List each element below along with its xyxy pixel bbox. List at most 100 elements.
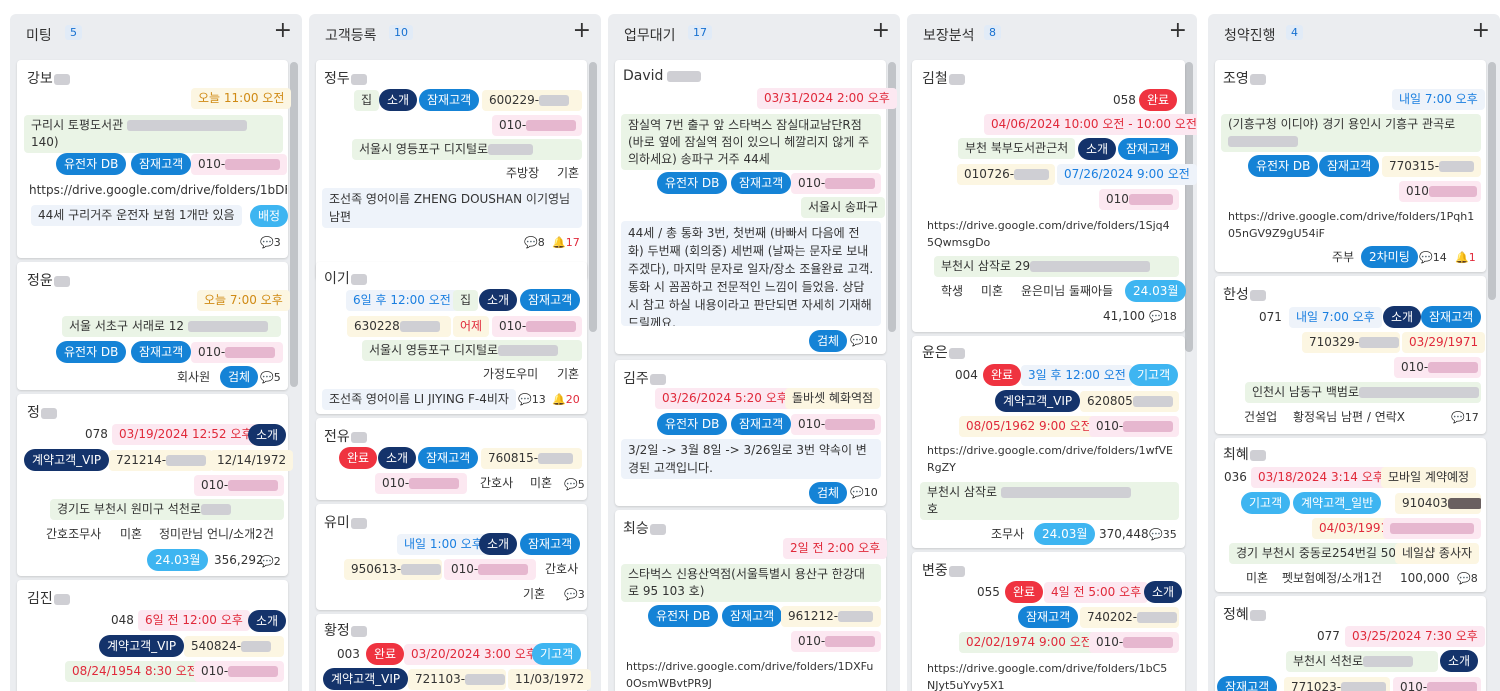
plus-icon[interactable]: + bbox=[1169, 20, 1187, 42]
scrollbar[interactable] bbox=[290, 62, 298, 387]
scrollbar[interactable] bbox=[589, 62, 597, 332]
deal-card[interactable]: 황정 003 완료 03/20/2024 3:00 오후 기고객 계약고객_VI… bbox=[316, 614, 592, 691]
rrn-field: 950613- bbox=[344, 559, 442, 580]
drive-link[interactable]: https://drive.google.com/drive/folders/1… bbox=[22, 180, 287, 201]
birth-date: 08/24/1954 8:30 오전 bbox=[65, 661, 205, 682]
column-work-pending: 업무대기 17 + David 03/31/2024 2:00 오후 잠실역 7… bbox=[608, 14, 900, 691]
job-field: 학생 bbox=[941, 284, 964, 298]
comment-count[interactable]: 💬2 bbox=[260, 555, 281, 568]
comment-count[interactable]: 💬35 bbox=[1149, 528, 1177, 541]
status-badge: 배정 bbox=[250, 205, 289, 227]
comment-count[interactable]: 💬10 bbox=[850, 334, 878, 347]
comment-icon: 💬 bbox=[850, 334, 864, 347]
drive-link[interactable]: https://drive.google.com/drive/folders/1… bbox=[619, 658, 881, 691]
marital-field: 기혼 bbox=[523, 587, 546, 601]
done-badge: 완료 bbox=[366, 643, 405, 665]
plus-icon[interactable]: + bbox=[274, 20, 292, 42]
customer-name: 정혜 bbox=[1223, 604, 1266, 624]
customer-name: 정윤 bbox=[27, 270, 70, 290]
customer-type-badge: 계약고객_일반 bbox=[1293, 492, 1382, 514]
customer-number: 077 bbox=[1317, 629, 1340, 643]
deal-card[interactable]: David 03/31/2024 2:00 오후 잠실역 7번 출구 앞 스타벅… bbox=[615, 60, 897, 354]
customer-name: 강보 bbox=[27, 68, 70, 88]
column-header: 청약진행 4 + bbox=[1208, 14, 1500, 54]
customer-number: 003 bbox=[337, 647, 360, 661]
column-header: 보장분석 8 + bbox=[907, 14, 1197, 54]
deal-card[interactable]: 유미 내일 1:00 오후 소개 잠재고객 950613- 010- 간호사 기… bbox=[316, 504, 587, 610]
comment-count[interactable]: 💬18 bbox=[1149, 310, 1177, 323]
customer-type-badge: 잠재고객 bbox=[731, 413, 792, 435]
deal-card[interactable]: 최승 2일 전 2:00 오후 스타벅스 신용산역점(서울특별시 용산구 한강대… bbox=[615, 510, 888, 691]
plus-icon[interactable]: + bbox=[872, 20, 890, 42]
drive-link[interactable]: https://drive.google.com/drive/folders/1… bbox=[1221, 208, 1483, 244]
customer-type-badge: 잠재고객 bbox=[520, 533, 581, 555]
comment-count[interactable]: 💬5 bbox=[260, 371, 281, 384]
comment-count[interactable]: 💬8 bbox=[1457, 572, 1478, 585]
customer-number: 004 bbox=[955, 368, 978, 382]
deal-card[interactable]: 이기 6일 후 12:00 오전 집 소개 잠재고객 630228 어제 010… bbox=[316, 262, 587, 414]
deal-card[interactable]: 최혜 036 03/18/2024 3:14 오후 모바일 계약예정 기고객 계… bbox=[1215, 438, 1486, 592]
deal-card[interactable]: 김철 058 완료 04/06/2024 10:00 오전 - 10:00 오전… bbox=[912, 60, 1197, 332]
plus-icon[interactable]: + bbox=[573, 20, 591, 42]
source-badge: 유전자 DB bbox=[657, 413, 728, 435]
phone-field: 010- bbox=[191, 154, 288, 175]
comment-count[interactable]: 💬8 bbox=[524, 236, 545, 249]
comment-count[interactable]: 💬3 bbox=[564, 588, 585, 601]
meeting-time: 3일 후 12:00 오전 bbox=[1021, 365, 1133, 386]
deal-card[interactable]: 정두 집 소개 잠재고객 600229- 010- 서울시 영등포구 디지털로 … bbox=[316, 60, 587, 280]
deal-card[interactable]: 김주 03/26/2024 5:20 오후 돌바셋 혜화역점 유전자 DB 잠재… bbox=[615, 360, 886, 506]
deal-card[interactable]: 정혜 077 03/25/2024 7:30 오후 부천시 석천로 소개 잠재고… bbox=[1215, 596, 1486, 691]
deal-card[interactable]: 한성 071 내일 7:00 오후 소개 잠재고객 710329- 03/29/… bbox=[1215, 276, 1486, 434]
comment-count[interactable]: 💬10 bbox=[850, 486, 878, 499]
note-field: 윤은미님 둘째아들 bbox=[1021, 284, 1114, 298]
column-coverage-analysis: 보장분석 8 + 김철 058 완료 04/06/2024 10:00 오전 -… bbox=[907, 14, 1197, 691]
deal-card[interactable]: 정 078 03/19/2024 12:52 오후 소개 계약고객_VIP 72… bbox=[17, 394, 294, 576]
premium-amount: 41,100 bbox=[1103, 309, 1145, 323]
deal-card[interactable]: 정윤 오늘 7:00 오후 서울 서초구 서래로 12 유전자 DB 잠재고객 … bbox=[17, 262, 290, 390]
meeting-date: 03/26/2024 5:20 오후 bbox=[655, 388, 795, 409]
birth-date: 11/03/1972 bbox=[508, 669, 592, 690]
alert-count[interactable]: 🔔1 bbox=[1455, 251, 1476, 264]
drive-link[interactable]: https://drive.google.com/drive/folders/1… bbox=[920, 442, 1182, 478]
phone-field: 010- bbox=[492, 115, 582, 136]
deal-card[interactable]: 변중 055 완료 4일 전 5:00 오후 소개 잠재고객 740202- 0… bbox=[912, 552, 1185, 691]
alert-count[interactable]: 🔔20 bbox=[552, 393, 580, 406]
comment-count[interactable]: 💬13 bbox=[518, 393, 546, 406]
intro-badge: 소개 bbox=[479, 533, 518, 555]
birth-date: 02/02/1974 9:00 오전 bbox=[959, 632, 1099, 653]
phone-field: 010- bbox=[791, 414, 881, 435]
customer-class-badge: 기고객 bbox=[532, 643, 582, 665]
kanban-board: 미팅 5 + 강보 오늘 11:00 오전 구리시 토평도서관 140) 유전자… bbox=[0, 0, 1500, 691]
alert-count[interactable]: 🔔17 bbox=[552, 236, 580, 249]
comment-count[interactable]: 💬14 bbox=[1419, 251, 1447, 264]
drive-link[interactable]: https://drive.google.com/drive/folders/1… bbox=[920, 217, 1182, 253]
job-field: 간호사 bbox=[480, 476, 514, 490]
deal-card[interactable]: 강보 오늘 11:00 오전 구리시 토평도서관 140) 유전자 DB 잠재고… bbox=[17, 60, 292, 258]
phone-field: 010- bbox=[375, 473, 467, 494]
meeting-time: 오늘 11:00 오전 bbox=[191, 88, 292, 109]
meeting-date: 2일 전 2:00 오후 bbox=[783, 538, 888, 559]
scrollbar[interactable] bbox=[1488, 62, 1496, 300]
status-badge: 검체 bbox=[809, 482, 848, 504]
meeting-time: 내일 7:00 오후 bbox=[1392, 89, 1485, 110]
customer-type-badge: 잠재고객 bbox=[1118, 138, 1179, 160]
phone-field: 010- bbox=[1393, 677, 1481, 691]
premium-amount: 100,000 bbox=[1400, 571, 1450, 585]
status-badge: 검체 bbox=[220, 366, 259, 388]
deal-card[interactable]: 윤은 004 완료 3일 후 12:00 오전 기고객 계약고객_VIP 620… bbox=[912, 336, 1185, 548]
scrollbar[interactable] bbox=[1185, 62, 1193, 352]
phone-field: 010- bbox=[191, 342, 283, 363]
note-field: 44세 / 총 통화 3번, 첫번째 (바빠서 다음에 전화) 두번째 (회의중… bbox=[621, 221, 881, 326]
deal-card[interactable]: 전유 완료 소개 잠재고객 760815- 010- 간호사 미혼 💬5 bbox=[316, 418, 587, 500]
drive-link[interactable]: https://drive.google.com/drive/folders/1… bbox=[920, 660, 1182, 691]
plus-icon[interactable]: + bbox=[1472, 20, 1490, 42]
customer-type-badge: 계약고객_VIP bbox=[323, 668, 409, 690]
comment-count[interactable]: 💬17 bbox=[1451, 411, 1479, 424]
comment-count[interactable]: 💬5 bbox=[564, 478, 585, 491]
deal-card[interactable]: 김진 048 6일 전 12:00 오후 소개 계약고객_VIP 540824-… bbox=[17, 580, 288, 691]
deal-card[interactable]: 조영 내일 7:00 오후 (기흥구청 이디야) 경기 용인시 기흥구 관곡로 … bbox=[1215, 60, 1486, 272]
phone-field: 010- bbox=[1394, 357, 1481, 378]
comment-count[interactable]: 💬3 bbox=[260, 236, 281, 249]
comment-icon: 💬 bbox=[1451, 411, 1465, 424]
intro-badge: 소개 bbox=[479, 289, 518, 311]
